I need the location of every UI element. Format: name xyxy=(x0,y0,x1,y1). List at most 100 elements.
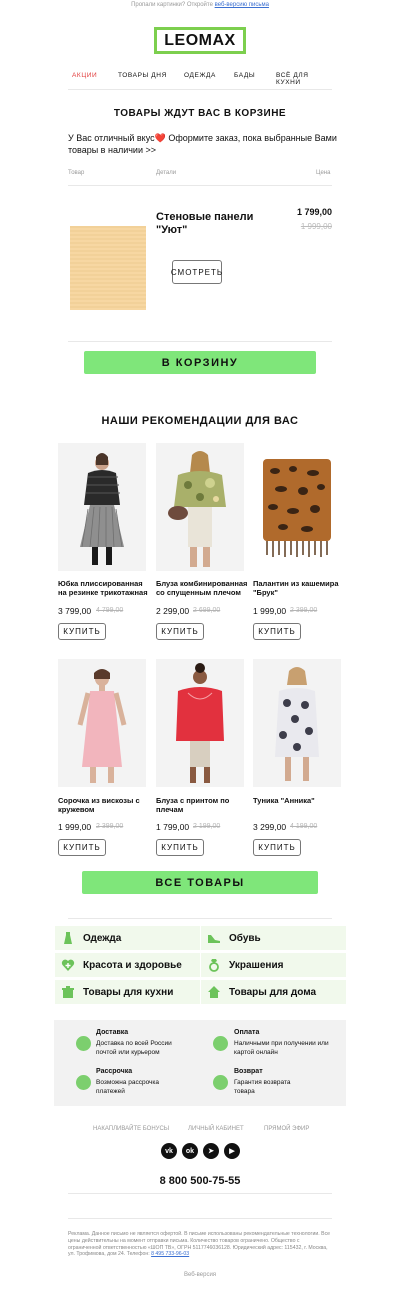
buy-button[interactable]: КУПИТЬ xyxy=(253,839,301,856)
product-name[interactable]: Сорочка из вискозы с кружевом xyxy=(58,796,150,814)
category-jewelry[interactable]: Украшения xyxy=(201,953,346,977)
telegram-icon[interactable]: ➤ xyxy=(203,1143,219,1159)
category-label: Товары для дома xyxy=(229,986,317,998)
preheader-text: Пропали картинки? Откройте xyxy=(131,2,215,8)
return-icon xyxy=(213,1075,228,1090)
to-cart-button[interactable]: В КОРЗИНУ xyxy=(84,351,316,374)
footer-link-live[interactable]: ПРЯМОЙ ЭФИР xyxy=(264,1126,309,1132)
product-price: 1 999,00 xyxy=(253,606,287,616)
web-version-link[interactable]: веб-версию письма xyxy=(215,2,269,8)
nav-item-deals[interactable]: ТОВАРЫ ДНЯ xyxy=(118,72,167,79)
category-label: Одежда xyxy=(83,932,122,944)
cart-item-image[interactable] xyxy=(70,226,146,310)
phone-number[interactable]: 8 800 500-75-55 xyxy=(0,1175,400,1187)
dress-icon xyxy=(64,932,72,944)
category-beauty[interactable]: Красота и здоровье xyxy=(55,953,200,977)
woman-blouse-illustration xyxy=(168,451,226,567)
category-label: Красота и здоровье xyxy=(83,959,182,971)
category-home[interactable]: Товары для дома xyxy=(201,980,346,1004)
product-name[interactable]: Блуза с принтом по плечам xyxy=(156,796,248,814)
logo-text: LEOMAX xyxy=(164,31,236,49)
category-label: Товары для кухни xyxy=(83,986,174,998)
buy-button[interactable]: КУПИТЬ xyxy=(58,839,106,856)
info-title: Оплата xyxy=(234,1029,260,1036)
product-image[interactable] xyxy=(253,443,341,571)
info-title: Рассрочка xyxy=(96,1068,133,1075)
category-kitchen[interactable]: Товары для кухни xyxy=(55,980,200,1004)
product-old-price: 2 399,00 xyxy=(290,607,318,614)
preheader: Пропали картинки? Откройте веб-версию пи… xyxy=(0,2,400,8)
category-clothes[interactable]: Одежда xyxy=(55,926,200,950)
col-item-header: Товар xyxy=(68,170,85,176)
buy-button[interactable]: КУПИТЬ xyxy=(156,623,204,640)
woman-pink-dress-illustration xyxy=(77,669,127,783)
product-image[interactable] xyxy=(253,659,341,787)
buy-button[interactable]: КУПИТЬ xyxy=(253,623,301,640)
divider xyxy=(68,918,332,919)
info-title: Возврат xyxy=(234,1068,263,1075)
cart-message: У Вас отличный вкус❤️ Оформите заказ, по… xyxy=(68,133,337,155)
product-price: 1 999,00 xyxy=(58,822,92,832)
nav-item-clothes[interactable]: ОДЕЖДА xyxy=(184,72,216,79)
product-name[interactable]: Блуза комбинированная со спущенным плечо… xyxy=(156,579,248,597)
divider xyxy=(68,185,332,186)
product-old-price: 2 399,00 xyxy=(96,823,124,830)
info-text: Наличными при получении или картой онлай… xyxy=(234,1040,329,1056)
view-button[interactable]: СМОТРЕТЬ xyxy=(171,260,222,284)
product-image[interactable] xyxy=(156,443,244,571)
category-shoes[interactable]: Обувь xyxy=(201,926,346,950)
house-icon xyxy=(208,986,220,998)
cart-item-price: 1 799,00 xyxy=(296,207,332,217)
pot-icon xyxy=(62,986,74,998)
product-image[interactable] xyxy=(156,659,244,787)
nav-item-kitchen[interactable]: ВСЁ ДЛЯ КУХНИ xyxy=(276,72,332,86)
legal-phone-link[interactable]: 8 495 733-96-03 xyxy=(151,1251,189,1257)
legal-body: Реклама. Данное письмо не является оферт… xyxy=(68,1231,331,1258)
info-text: Гарантия возврата товара xyxy=(234,1079,291,1095)
divider xyxy=(68,89,332,90)
product-name[interactable]: Палантин из кашемира "Брук" xyxy=(253,579,345,597)
footer-link-account[interactable]: ЛИЧНЫЙ КАБИНЕТ xyxy=(188,1126,244,1132)
info-text: Доставка по всей России почтой или курье… xyxy=(96,1040,172,1056)
col-details-header: Детали xyxy=(156,170,177,176)
cart-item-old-price: 1 999,00 xyxy=(300,222,332,231)
nav-item-sale[interactable]: АКЦИИ xyxy=(72,72,97,79)
category-label: Украшения xyxy=(229,959,284,971)
leopard-scarf-illustration xyxy=(263,459,331,557)
nav-item-supplements[interactable]: БАДЫ xyxy=(234,72,255,79)
info-title: Доставка xyxy=(96,1029,129,1036)
divider xyxy=(68,1193,332,1194)
ring-icon xyxy=(209,959,219,972)
product-old-price: 2 199,00 xyxy=(193,823,221,830)
clock-icon xyxy=(76,1075,91,1090)
info-text: Возможна рассрочка платежей xyxy=(96,1079,160,1095)
all-products-button[interactable]: ВСЕ ТОВАРЫ xyxy=(82,871,318,894)
logo[interactable]: LEOMAX xyxy=(154,27,246,54)
product-old-price: 2 699,00 xyxy=(193,607,221,614)
footer-link-bonuses[interactable]: НАКАПЛИВАЙТЕ БОНУСЫ xyxy=(93,1126,169,1132)
buy-button[interactable]: КУПИТЬ xyxy=(58,623,106,640)
web-version-footer-link[interactable]: Веб-версия xyxy=(0,1272,400,1278)
woman-skirt-illustration xyxy=(80,453,124,565)
recs-title: НАШИ РЕКОМЕНДАЦИИ ДЛЯ ВАС xyxy=(101,415,299,427)
product-old-price: 4 199,00 xyxy=(290,823,318,830)
heart-plus-icon xyxy=(61,959,75,971)
legal-text: Реклама. Данное письмо не является оферт… xyxy=(68,1231,332,1258)
youtube-icon[interactable]: ▶ xyxy=(224,1143,240,1159)
cart-item-name[interactable]: Стеновые панели "Уют" xyxy=(156,211,276,237)
product-image[interactable] xyxy=(58,443,146,571)
woman-red-blouse-illustration xyxy=(176,663,224,783)
shoe-icon xyxy=(208,935,220,943)
buy-button[interactable]: КУПИТЬ xyxy=(156,839,204,856)
vk-icon[interactable]: vk xyxy=(161,1143,177,1159)
cart-title: ТОВАРЫ ЖДУТ ВАС В КОРЗИНЕ xyxy=(113,108,287,119)
col-price-header: Цена xyxy=(316,170,331,176)
product-name[interactable]: Юбка плиссированная на резинке трикотажн… xyxy=(58,579,150,597)
product-image[interactable] xyxy=(58,659,146,787)
ok-icon[interactable]: ok xyxy=(182,1143,198,1159)
box-icon xyxy=(76,1036,91,1051)
product-price: 2 299,00 xyxy=(156,606,190,616)
divider xyxy=(68,1218,332,1219)
product-name[interactable]: Туника "Анника" xyxy=(253,796,345,806)
ruble-icon xyxy=(213,1036,228,1051)
